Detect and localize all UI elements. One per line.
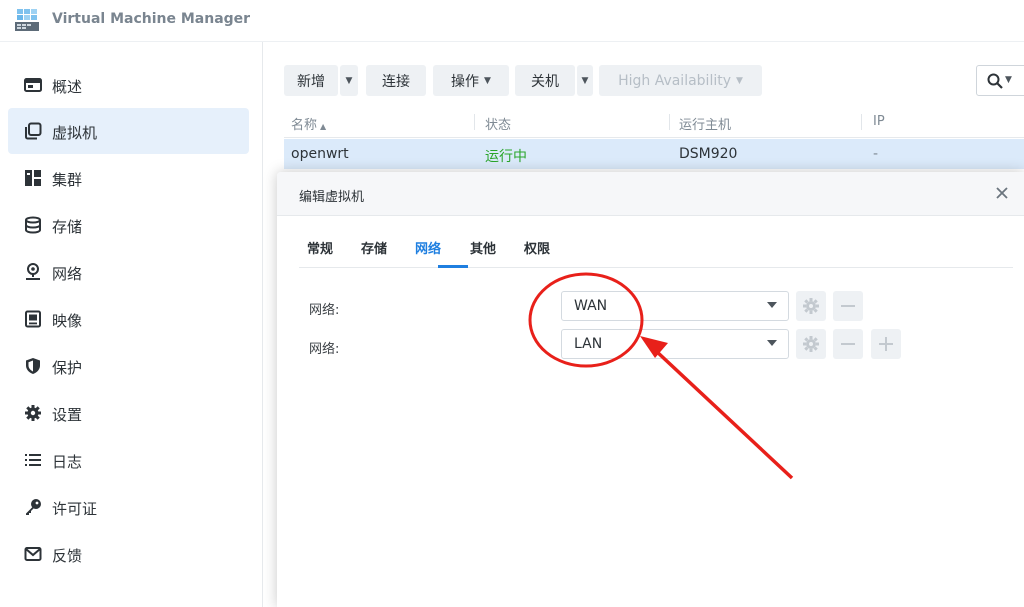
search-input[interactable]: ▼ bbox=[976, 65, 1024, 96]
caret-down-icon: ▼ bbox=[736, 75, 743, 86]
remove-network-button[interactable] bbox=[833, 291, 863, 321]
sidebar-item-label: 反馈 bbox=[52, 547, 83, 565]
network-icon bbox=[26, 263, 40, 280]
title-bar: Virtual Machine Manager bbox=[0, 0, 1024, 42]
sidebar-item-label: 网络 bbox=[52, 265, 83, 283]
gear-icon bbox=[25, 405, 41, 421]
plus-icon bbox=[879, 337, 893, 351]
close-icon[interactable] bbox=[994, 185, 1010, 201]
vm-host: DSM920 bbox=[679, 146, 738, 162]
gear-icon bbox=[803, 298, 819, 314]
sidebar-item-label: 保护 bbox=[52, 359, 83, 377]
caret-down-icon: ▼ bbox=[484, 75, 491, 86]
sidebar-item-label: 设置 bbox=[52, 406, 83, 424]
caret-down-icon bbox=[767, 340, 777, 346]
search-icon bbox=[987, 73, 1003, 89]
vm-ip: - bbox=[873, 146, 879, 162]
tab-general[interactable]: 常规 bbox=[307, 238, 333, 257]
action-button[interactable]: 操作 ▼ bbox=[433, 65, 509, 96]
dialog-header: 编辑虚拟机 bbox=[277, 172, 1024, 216]
new-button[interactable]: 新增 bbox=[284, 65, 338, 96]
column-separator bbox=[669, 114, 670, 130]
image-icon bbox=[25, 310, 41, 328]
overview-icon bbox=[24, 78, 42, 92]
sort-ascending-icon: ▲ bbox=[320, 122, 327, 131]
virtual-machine-icon bbox=[25, 122, 42, 140]
sidebar-item-label: 概述 bbox=[52, 78, 83, 96]
storage-icon bbox=[25, 216, 41, 234]
network-select-lan[interactable]: LAN bbox=[561, 329, 789, 359]
sidebar-item-label: 日志 bbox=[52, 453, 83, 471]
sidebar-item-label: 映像 bbox=[52, 312, 83, 330]
sidebar-item-license[interactable]: 许可证 bbox=[8, 484, 249, 530]
column-header-host[interactable]: 运行主机 bbox=[679, 114, 731, 133]
minus-icon bbox=[841, 305, 855, 307]
caret-down-icon: ▼ bbox=[581, 75, 589, 86]
mail-icon bbox=[24, 547, 42, 561]
caret-down-icon bbox=[767, 302, 777, 308]
sidebar: 概述 虚拟机 集群 存储 网络 映像 保护 设置 日志 许可证 反馈 bbox=[0, 42, 263, 607]
column-header-status[interactable]: 状态 bbox=[485, 114, 511, 133]
shield-icon bbox=[26, 358, 40, 374]
shutdown-button[interactable]: 关机 bbox=[515, 65, 575, 96]
tab-other[interactable]: 其他 bbox=[470, 238, 496, 257]
caret-down-icon: ▼ bbox=[345, 75, 353, 86]
network-label: 网络: bbox=[309, 342, 340, 357]
shutdown-dropdown-button[interactable]: ▼ bbox=[577, 65, 593, 96]
dialog-title: 编辑虚拟机 bbox=[299, 190, 365, 205]
tab-storage[interactable]: 存储 bbox=[361, 238, 387, 257]
network-select-wan[interactable]: WAN bbox=[561, 291, 789, 321]
edit-vm-dialog: 编辑虚拟机 常规 存储 网络 其他 权限 网络: WAN 网络: LAN bbox=[277, 172, 1024, 607]
sidebar-item-log[interactable]: 日志 bbox=[8, 437, 249, 483]
connect-button[interactable]: 连接 bbox=[366, 65, 426, 96]
sidebar-item-settings[interactable]: 设置 bbox=[8, 390, 249, 436]
tab-network[interactable]: 网络 bbox=[415, 238, 441, 257]
sidebar-item-overview[interactable]: 概述 bbox=[8, 62, 249, 108]
key-icon bbox=[26, 499, 41, 515]
remove-network-button[interactable] bbox=[833, 329, 863, 359]
column-separator bbox=[861, 114, 862, 130]
column-header-ip[interactable]: IP bbox=[873, 114, 885, 129]
sidebar-item-protection[interactable]: 保护 bbox=[8, 343, 249, 389]
column-separator bbox=[474, 114, 475, 130]
gear-icon bbox=[803, 336, 819, 352]
add-network-button[interactable] bbox=[871, 329, 901, 359]
app-logo-icon bbox=[15, 9, 39, 31]
network-label: 网络: bbox=[309, 303, 340, 318]
table-row[interactable]: openwrt 运行中 DSM920 - bbox=[284, 139, 1024, 169]
sidebar-item-label: 集群 bbox=[52, 171, 83, 189]
high-availability-button[interactable]: High Availability ▼ bbox=[599, 65, 762, 96]
vm-status: 运行中 bbox=[485, 149, 527, 165]
vm-name: openwrt bbox=[291, 146, 349, 162]
sidebar-item-label: 存储 bbox=[52, 218, 83, 236]
active-tab-indicator bbox=[438, 265, 468, 268]
sidebar-item-virtual-machine[interactable]: 虚拟机 bbox=[8, 108, 249, 154]
list-icon bbox=[25, 454, 41, 466]
cluster-icon bbox=[25, 170, 41, 186]
sidebar-item-cluster[interactable]: 集群 bbox=[8, 155, 249, 201]
minus-icon bbox=[841, 343, 855, 345]
sidebar-item-network[interactable]: 网络 bbox=[8, 249, 249, 295]
sidebar-item-image[interactable]: 映像 bbox=[8, 296, 249, 342]
tab-permissions[interactable]: 权限 bbox=[524, 238, 550, 257]
column-header-name[interactable]: 名称 ▲ bbox=[291, 114, 326, 133]
select-value: WAN bbox=[574, 298, 608, 314]
sidebar-item-label: 许可证 bbox=[52, 500, 98, 518]
app-title: Virtual Machine Manager bbox=[52, 11, 251, 27]
new-dropdown-button[interactable]: ▼ bbox=[340, 65, 358, 96]
table-header: 名称 ▲ 状态 运行主机 IP bbox=[284, 106, 1024, 138]
sidebar-item-feedback[interactable]: 反馈 bbox=[8, 531, 249, 577]
dialog-tabs: 常规 存储 网络 其他 权限 bbox=[299, 234, 1013, 268]
sidebar-item-label: 虚拟机 bbox=[52, 124, 98, 142]
caret-down-icon: ▼ bbox=[1005, 75, 1012, 85]
network-settings-button[interactable] bbox=[796, 329, 826, 359]
select-value: LAN bbox=[574, 336, 603, 352]
network-settings-button[interactable] bbox=[796, 291, 826, 321]
sidebar-item-storage[interactable]: 存储 bbox=[8, 202, 249, 248]
